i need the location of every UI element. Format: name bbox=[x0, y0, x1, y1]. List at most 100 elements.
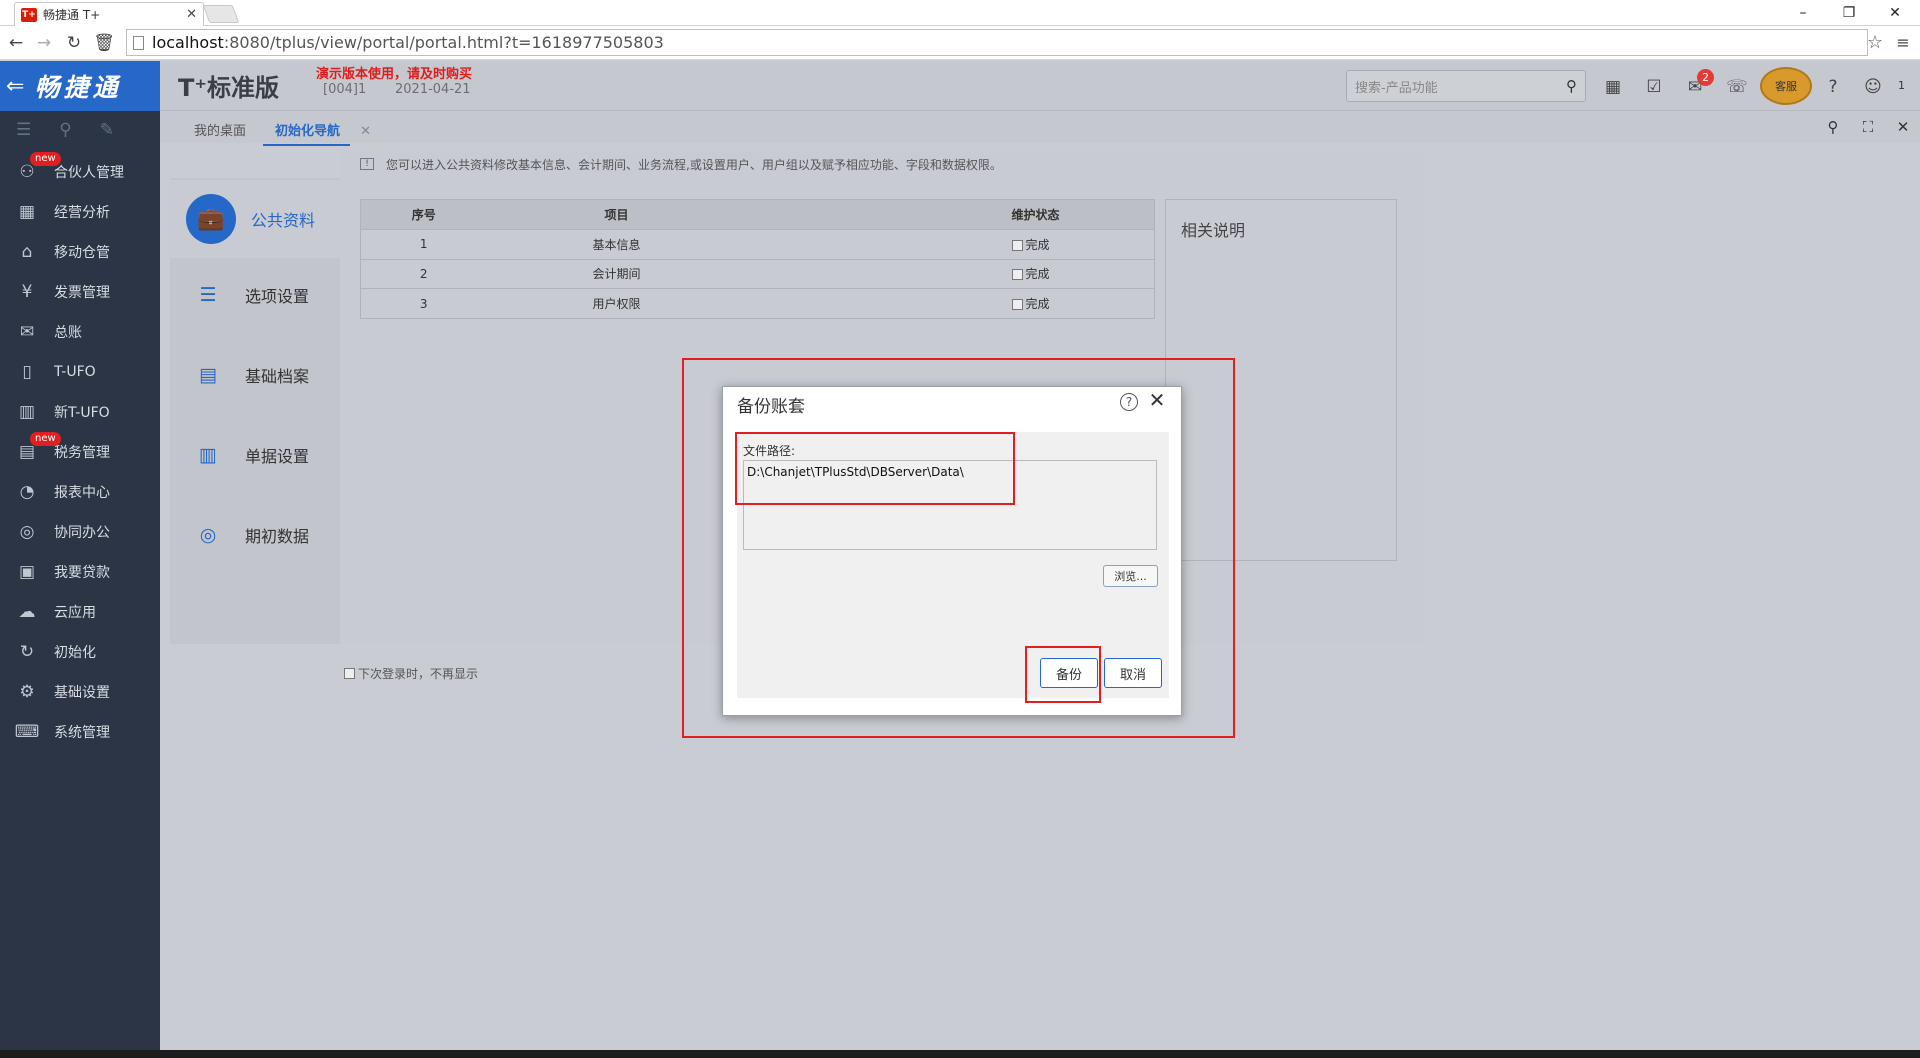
product-search-input[interactable]: 搜索-产品功能 ⚲ bbox=[1346, 70, 1586, 102]
browser-tab[interactable]: T+ 畅捷通 T+ ✕ bbox=[14, 2, 204, 26]
url-field[interactable]: localhost:8080/tplus/view/portal/portal.… bbox=[126, 29, 1868, 56]
trash-icon[interactable]: 🗑 bbox=[92, 31, 116, 55]
left-nav-item-basic-archive[interactable]: ▤ 基础档案 bbox=[195, 362, 335, 388]
sidebar-item[interactable]: ⌂ 移动仓管 bbox=[0, 232, 160, 272]
tplus-favicon-icon: T+ bbox=[21, 7, 37, 22]
sidebar-item[interactable]: ▣ 我要贷款 bbox=[0, 552, 160, 592]
table-row[interactable]: 3 用户权限 完成 bbox=[360, 288, 1155, 319]
sidebar-search-icon[interactable]: ⚲ bbox=[59, 120, 71, 140]
left-nav-label: 基础档案 bbox=[245, 367, 310, 386]
sidebar-item[interactable]: ◔ 报表中心 bbox=[0, 472, 160, 512]
menu-lines-icon[interactable]: ☰ bbox=[16, 120, 31, 140]
calendar-gear-icon: ▥ bbox=[199, 444, 217, 466]
left-nav-item-options[interactable]: ☰ 选项设置 bbox=[195, 282, 335, 308]
window-close-button[interactable]: ✕ bbox=[1872, 0, 1918, 26]
init-icon: ↻ bbox=[19, 642, 35, 662]
checklist-icon[interactable]: ☑ bbox=[1641, 74, 1667, 100]
cloud-icon: ☁ bbox=[18, 602, 36, 622]
left-nav-item-voucher-settings[interactable]: ▥ 单据设置 bbox=[195, 442, 335, 468]
tab-init-nav[interactable]: 初始化导航 ✕ bbox=[263, 120, 371, 146]
no-show-checkbox[interactable]: 下次登录时，不再显示 bbox=[344, 665, 478, 682]
table-row[interactable]: 1 基本信息 完成 bbox=[360, 229, 1155, 260]
sidebar-item[interactable]: ↻ 初始化 bbox=[0, 632, 160, 672]
close-all-icon[interactable]: ✕ bbox=[1892, 117, 1914, 137]
sidebar-item[interactable]: ✉ 总账 bbox=[0, 312, 160, 352]
row-item[interactable]: 会计期间 bbox=[486, 259, 747, 290]
options-list-icon: ☰ bbox=[199, 284, 217, 306]
search-icon[interactable]: ⚲ bbox=[1566, 77, 1577, 95]
forward-arrow-icon[interactable]: → bbox=[32, 31, 56, 55]
sidebar-item[interactable]: ⚇ 合伙人管理 new bbox=[0, 152, 160, 192]
sidebar-item[interactable]: ▦ 经营分析 bbox=[0, 192, 160, 232]
back-arrow-icon[interactable]: ← bbox=[4, 31, 28, 55]
collapse-arrow-icon[interactable]: ⇐ bbox=[6, 74, 24, 99]
close-tab-x-icon[interactable]: ✕ bbox=[360, 124, 371, 139]
sidebar-item[interactable]: ☁ 云应用 bbox=[0, 592, 160, 632]
dialog-close-icon[interactable]: ✕ bbox=[1146, 388, 1168, 412]
sidebar-item[interactable]: ▥ 新T-UFO bbox=[0, 392, 160, 432]
help-icon[interactable]: ? bbox=[1820, 74, 1846, 100]
browser-menu-icon[interactable]: ≡ bbox=[1892, 31, 1914, 53]
reload-icon[interactable]: ↻ bbox=[62, 31, 86, 55]
row-status[interactable]: 完成 bbox=[746, 259, 1155, 290]
sidebar-item-label: T-UFO bbox=[54, 364, 96, 380]
customer-service-avatar[interactable]: 客服 bbox=[1760, 67, 1812, 105]
new-tab-button[interactable] bbox=[202, 5, 240, 23]
left-nav-item-opening-data[interactable]: ◎ 期初数据 bbox=[195, 522, 335, 548]
notification-badge: 2 bbox=[1697, 69, 1714, 86]
tab-my-desktop[interactable]: 我的桌面 bbox=[194, 120, 246, 139]
row-no: 1 bbox=[360, 229, 487, 260]
restore-button[interactable]: ❐ bbox=[1826, 0, 1872, 26]
app-header bbox=[0, 61, 1920, 111]
url-host: localhost bbox=[152, 33, 224, 52]
sidebar-item[interactable]: ◎ 协同办公 bbox=[0, 512, 160, 552]
zoom-icon[interactable]: ⚲ bbox=[1822, 117, 1844, 137]
status-checkbox[interactable] bbox=[1011, 299, 1023, 311]
info-bar: ! 您可以进入公共资料修改基本信息、会计期间、业务流程,或设置用户、用户组以及赋… bbox=[340, 150, 1424, 178]
sidebar-edit-icon[interactable]: ✎ bbox=[100, 120, 114, 140]
sidebar-item[interactable]: ▤ 税务管理 new bbox=[0, 432, 160, 472]
col-status: 维护状态 bbox=[746, 199, 1155, 230]
demo-notice[interactable]: 演示版本使用，请及时购买 bbox=[316, 63, 472, 82]
report-icon: ◔ bbox=[19, 482, 35, 502]
sidebar-item-label: 移动仓管 bbox=[54, 245, 110, 261]
row-no: 2 bbox=[360, 259, 487, 290]
dialog-help-icon[interactable]: ? bbox=[1120, 393, 1138, 411]
minimize-button[interactable]: – bbox=[1780, 0, 1826, 26]
sidebar-item[interactable]: ⌨ 系统管理 bbox=[0, 712, 160, 752]
col-no: 序号 bbox=[360, 199, 487, 230]
cancel-button[interactable]: 取消 bbox=[1104, 658, 1162, 688]
row-item[interactable]: 基本信息 bbox=[486, 229, 747, 260]
no-show-label: 下次登录时，不再显示 bbox=[358, 667, 479, 681]
workspace-tabs-row bbox=[160, 111, 1920, 143]
fullscreen-icon[interactable]: ⛶ bbox=[1857, 117, 1879, 137]
close-tab-icon[interactable]: ✕ bbox=[186, 7, 197, 22]
sidebar-item[interactable]: ▯ T-UFO bbox=[0, 352, 160, 392]
row-status[interactable]: 完成 bbox=[746, 288, 1155, 319]
sidebar-item[interactable]: ¥ 发票管理 bbox=[0, 272, 160, 312]
row-item[interactable]: 用户权限 bbox=[486, 288, 747, 319]
sidebar-item-label: 税务管理 bbox=[54, 445, 110, 461]
status-checkbox[interactable] bbox=[1011, 269, 1023, 281]
browse-button[interactable]: 浏览... bbox=[1103, 565, 1158, 587]
new-badge: new bbox=[30, 152, 61, 166]
account-date: 2021-04-21 bbox=[395, 82, 471, 97]
phone-icon[interactable]: ☏ bbox=[1724, 74, 1750, 100]
brand-bar[interactable]: ⇐ 畅捷通 bbox=[0, 61, 160, 111]
info-text: 您可以进入公共资料修改基本信息、会计期间、业务流程,或设置用户、用户组以及赋予相… bbox=[386, 157, 1002, 172]
row-status[interactable]: 完成 bbox=[746, 229, 1155, 260]
checkbox[interactable] bbox=[344, 668, 355, 679]
calculator-icon[interactable]: ▦ bbox=[1600, 74, 1626, 100]
status-checkbox[interactable] bbox=[1011, 239, 1023, 251]
sidebar-item[interactable]: ⚙ 基础设置 bbox=[0, 672, 160, 712]
sidebar-item-label: 合伙人管理 bbox=[54, 165, 124, 181]
left-nav-label: 单据设置 bbox=[245, 447, 310, 466]
status-label: 完成 bbox=[1025, 237, 1050, 252]
row-no: 3 bbox=[360, 288, 487, 319]
bookmark-star-icon[interactable]: ☆ bbox=[1864, 31, 1886, 53]
table-row[interactable]: 2 会计期间 完成 bbox=[360, 259, 1155, 290]
sidebar-item-label: 我要贷款 bbox=[54, 565, 110, 581]
warehouse-icon: ⌂ bbox=[21, 242, 33, 262]
user-icon[interactable]: ☺ bbox=[1860, 74, 1886, 100]
briefcase-icon: 💼 bbox=[186, 194, 236, 244]
